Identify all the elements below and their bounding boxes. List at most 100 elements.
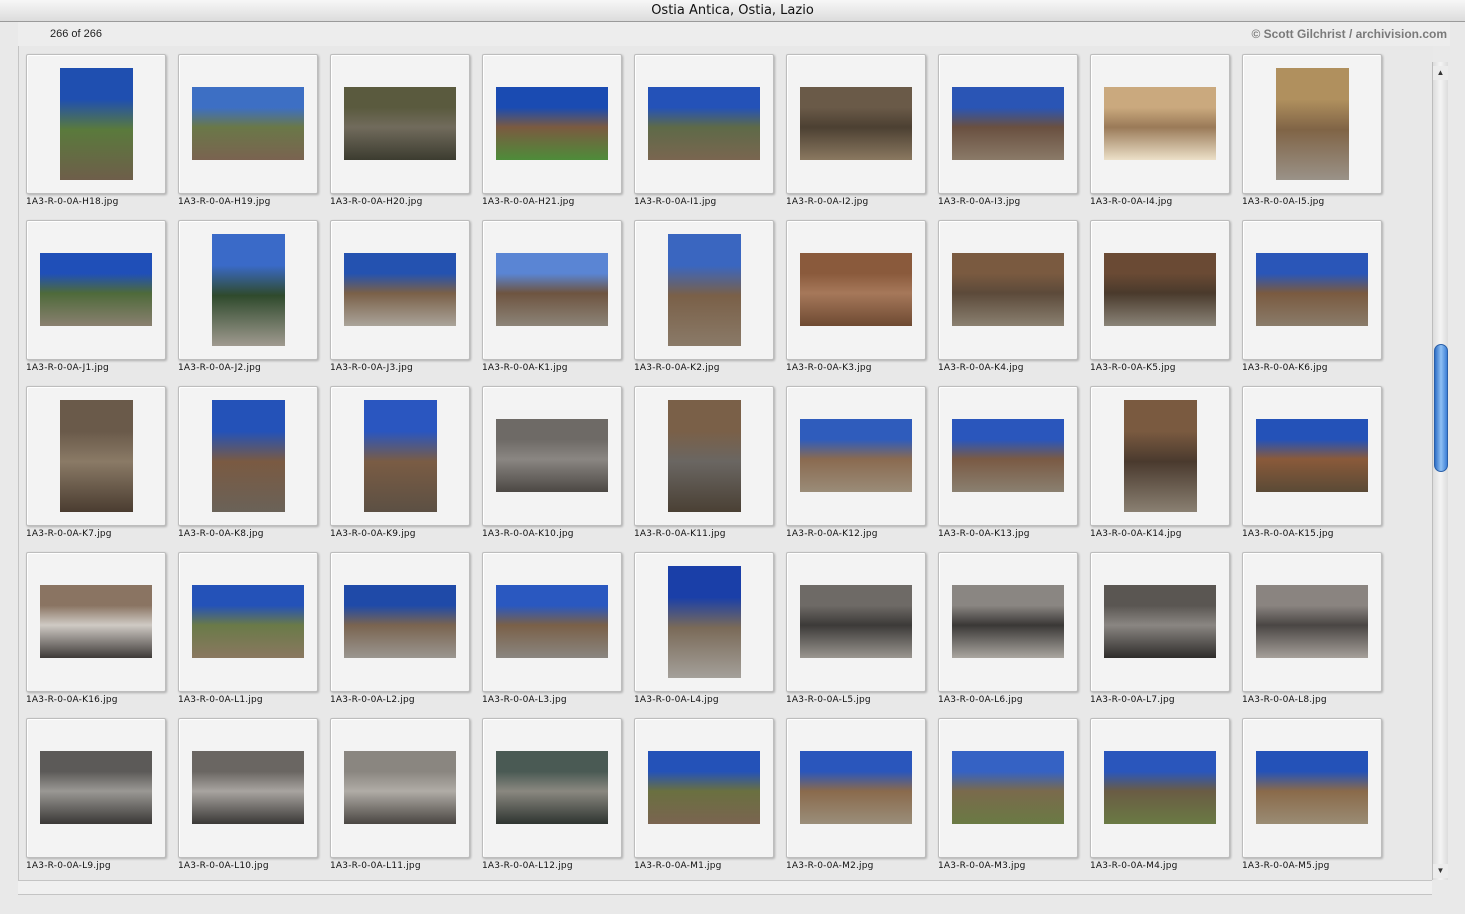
thumbnail-item[interactable]: 1A3-R-0-0A-H20.jpg <box>330 54 482 220</box>
thumbnail-image[interactable] <box>344 585 456 658</box>
slide-mount[interactable] <box>482 220 622 360</box>
slide-mount[interactable] <box>482 718 622 858</box>
slide-mount[interactable] <box>938 386 1078 526</box>
thumbnail-image[interactable] <box>40 751 152 824</box>
thumbnail-image[interactable] <box>800 751 912 824</box>
slide-mount[interactable] <box>938 54 1078 194</box>
slide-mount[interactable] <box>786 386 926 526</box>
thumbnail-image[interactable] <box>496 751 608 824</box>
thumbnail-item[interactable]: 1A3-R-0-0A-L6.jpg <box>938 552 1090 718</box>
slide-mount[interactable] <box>634 552 774 692</box>
thumbnail-image[interactable] <box>668 566 741 678</box>
slide-mount[interactable] <box>1090 54 1230 194</box>
slide-mount[interactable] <box>26 54 166 194</box>
thumbnail-image[interactable] <box>344 87 456 160</box>
thumbnail-item[interactable]: 1A3-R-0-0A-M3.jpg <box>938 718 1090 880</box>
thumbnail-image[interactable] <box>496 585 608 658</box>
thumbnail-item[interactable]: 1A3-R-0-0A-L7.jpg <box>1090 552 1242 718</box>
thumbnail-item[interactable]: 1A3-R-0-0A-K11.jpg <box>634 386 786 552</box>
slide-mount[interactable] <box>938 552 1078 692</box>
thumbnail-item[interactable]: 1A3-R-0-0A-M1.jpg <box>634 718 786 880</box>
scrollbar-thumb[interactable] <box>1434 344 1448 472</box>
thumbnail-image[interactable] <box>212 234 285 346</box>
thumbnail-image[interactable] <box>1104 585 1216 658</box>
thumbnail-item[interactable]: 1A3-R-0-0A-K15.jpg <box>1242 386 1394 552</box>
slide-mount[interactable] <box>1242 718 1382 858</box>
thumbnail-image[interactable] <box>800 585 912 658</box>
thumbnail-item[interactable]: 1A3-R-0-0A-L3.jpg <box>482 552 634 718</box>
slide-mount[interactable] <box>482 54 622 194</box>
scroll-up-arrow-icon[interactable]: ▲ <box>1433 66 1448 80</box>
slide-mount[interactable] <box>786 220 926 360</box>
slide-mount[interactable] <box>634 718 774 858</box>
slide-mount[interactable] <box>26 552 166 692</box>
thumbnail-item[interactable]: 1A3-R-0-0A-L4.jpg <box>634 552 786 718</box>
thumbnail-item[interactable]: 1A3-R-0-0A-L2.jpg <box>330 552 482 718</box>
thumbnail-image[interactable] <box>668 234 741 346</box>
slide-mount[interactable] <box>786 552 926 692</box>
thumbnail-image[interactable] <box>800 419 912 492</box>
thumbnail-item[interactable]: 1A3-R-0-0A-L11.jpg <box>330 718 482 880</box>
thumbnail-image[interactable] <box>60 400 133 512</box>
thumbnail-item[interactable]: 1A3-R-0-0A-K5.jpg <box>1090 220 1242 386</box>
thumbnail-image[interactable] <box>952 751 1064 824</box>
thumbnail-item[interactable]: 1A3-R-0-0A-I1.jpg <box>634 54 786 220</box>
thumbnail-item[interactable]: 1A3-R-0-0A-K2.jpg <box>634 220 786 386</box>
slide-mount[interactable] <box>1090 718 1230 858</box>
thumbnail-item[interactable]: 1A3-R-0-0A-K7.jpg <box>26 386 178 552</box>
thumbnail-item[interactable]: 1A3-R-0-0A-I2.jpg <box>786 54 938 220</box>
slide-mount[interactable] <box>1242 220 1382 360</box>
thumbnail-image[interactable] <box>496 253 608 326</box>
thumbnail-image[interactable] <box>496 419 608 492</box>
thumbnail-item[interactable]: 1A3-R-0-0A-K16.jpg <box>26 552 178 718</box>
slide-mount[interactable] <box>1242 54 1382 194</box>
thumbnail-item[interactable]: 1A3-R-0-0A-K13.jpg <box>938 386 1090 552</box>
slide-mount[interactable] <box>1242 386 1382 526</box>
thumbnail-item[interactable]: 1A3-R-0-0A-H21.jpg <box>482 54 634 220</box>
slide-mount[interactable] <box>178 718 318 858</box>
thumbnail-item[interactable]: 1A3-R-0-0A-I4.jpg <box>1090 54 1242 220</box>
slide-mount[interactable] <box>330 718 470 858</box>
thumbnail-image[interactable] <box>952 87 1064 160</box>
thumbnail-item[interactable]: 1A3-R-0-0A-M5.jpg <box>1242 718 1394 880</box>
thumbnail-item[interactable]: 1A3-R-0-0A-K3.jpg <box>786 220 938 386</box>
slide-mount[interactable] <box>330 54 470 194</box>
thumbnail-item[interactable]: 1A3-R-0-0A-M2.jpg <box>786 718 938 880</box>
slide-mount[interactable] <box>1242 552 1382 692</box>
thumbnail-image[interactable] <box>1256 585 1368 658</box>
horizontal-scrollbar[interactable] <box>18 880 1432 895</box>
slide-mount[interactable] <box>786 54 926 194</box>
thumbnail-image[interactable] <box>1104 751 1216 824</box>
thumbnail-image[interactable] <box>800 253 912 326</box>
thumbnail-image[interactable] <box>952 419 1064 492</box>
thumbnail-item[interactable]: 1A3-R-0-0A-L5.jpg <box>786 552 938 718</box>
slide-mount[interactable] <box>482 386 622 526</box>
thumbnail-image[interactable] <box>952 585 1064 658</box>
thumbnail-item[interactable]: 1A3-R-0-0A-K10.jpg <box>482 386 634 552</box>
thumbnail-item[interactable]: 1A3-R-0-0A-H19.jpg <box>178 54 330 220</box>
slide-mount[interactable] <box>1090 386 1230 526</box>
thumbnail-image[interactable] <box>1256 751 1368 824</box>
thumbnail-item[interactable]: 1A3-R-0-0A-K4.jpg <box>938 220 1090 386</box>
slide-mount[interactable] <box>330 220 470 360</box>
thumbnail-image[interactable] <box>1104 253 1216 326</box>
thumbnail-image[interactable] <box>668 400 741 512</box>
thumbnail-item[interactable]: 1A3-R-0-0A-L10.jpg <box>178 718 330 880</box>
thumbnail-item[interactable]: 1A3-R-0-0A-K8.jpg <box>178 386 330 552</box>
thumbnail-image[interactable] <box>1256 253 1368 326</box>
scroll-down-arrow-icon[interactable]: ▼ <box>1433 864 1448 878</box>
thumbnail-image[interactable] <box>212 400 285 512</box>
slide-mount[interactable] <box>178 220 318 360</box>
thumbnail-item[interactable]: 1A3-R-0-0A-I3.jpg <box>938 54 1090 220</box>
thumbnail-image[interactable] <box>364 400 437 512</box>
slide-mount[interactable] <box>634 54 774 194</box>
thumbnail-image[interactable] <box>192 585 304 658</box>
thumbnail-item[interactable]: 1A3-R-0-0A-H18.jpg <box>26 54 178 220</box>
thumbnail-item[interactable]: 1A3-R-0-0A-I5.jpg <box>1242 54 1394 220</box>
thumbnail-image[interactable] <box>648 751 760 824</box>
thumbnail-item[interactable]: 1A3-R-0-0A-J3.jpg <box>330 220 482 386</box>
thumbnail-image[interactable] <box>648 87 760 160</box>
slide-mount[interactable] <box>482 552 622 692</box>
thumbnail-image[interactable] <box>344 751 456 824</box>
slide-mount[interactable] <box>1090 552 1230 692</box>
